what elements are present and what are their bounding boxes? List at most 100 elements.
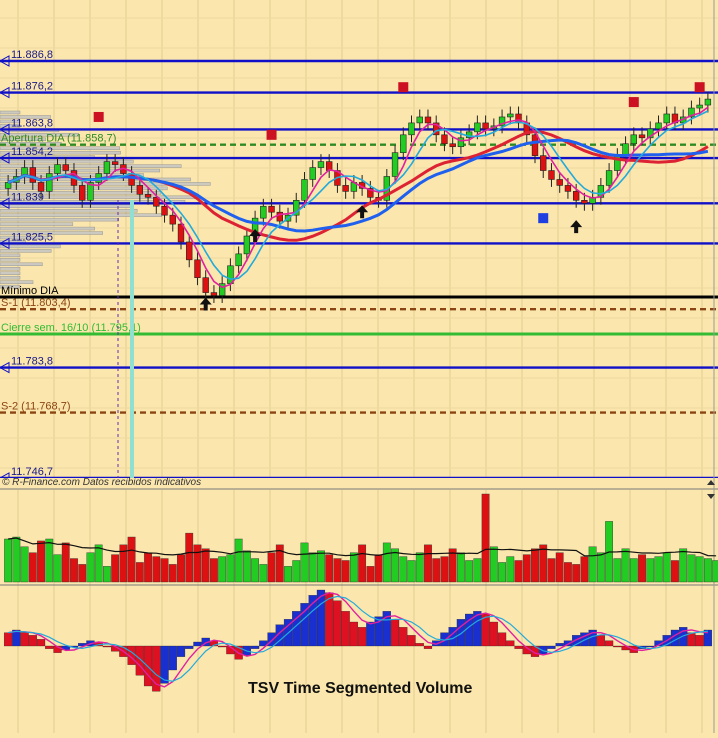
candle-body — [62, 164, 69, 171]
red-square-marker — [628, 97, 639, 108]
volume-bar — [127, 536, 136, 583]
volume-profile-bar — [0, 253, 21, 258]
tsv-bar — [407, 635, 416, 647]
candle-body — [416, 116, 423, 124]
candle-body — [622, 143, 629, 156]
volume-bar — [498, 562, 506, 583]
candle-body — [235, 253, 242, 267]
volume-profile-bar — [0, 275, 21, 280]
candle-body — [540, 155, 547, 171]
volume-bar — [210, 558, 218, 583]
candle-body — [482, 122, 489, 130]
volume-bar — [168, 564, 177, 583]
candle-body — [194, 259, 201, 278]
tsv-bar — [390, 619, 400, 647]
volume-bar — [629, 558, 638, 583]
volume-bar — [333, 558, 342, 583]
volume-bar — [292, 560, 301, 583]
up-arrow-icon — [570, 220, 583, 234]
candle-body — [54, 164, 61, 174]
volume-bar — [432, 558, 441, 583]
volume-bar — [382, 542, 391, 583]
volume-bar — [45, 538, 54, 583]
volume-bar — [12, 536, 21, 583]
volume-bar — [646, 558, 655, 583]
candle-body — [441, 134, 448, 145]
tsv-bar — [358, 627, 367, 647]
tsv-bar — [341, 611, 350, 647]
volume-bar — [654, 556, 663, 583]
volume-profile-bar — [0, 226, 95, 231]
candle-body — [449, 143, 456, 148]
price-level-label: 11.876,2 — [11, 81, 53, 93]
volume-bar — [407, 560, 416, 583]
trading-chart: 11.886,8 11.876,2 11.863,8 Apertura DIA (11… — [0, 0, 718, 733]
volume-bar — [415, 552, 424, 583]
volume-profile-bar — [0, 204, 132, 208]
volume-bar — [28, 552, 37, 583]
volume-bar — [465, 560, 474, 583]
volume-bar — [514, 560, 523, 583]
volume-bar — [662, 552, 671, 583]
tsv-bar — [456, 619, 466, 647]
candle-body — [177, 223, 185, 243]
volume-profile-bar — [0, 208, 138, 213]
price-level-label: 11.783,8 — [11, 356, 53, 368]
price-level-label: Apertura DIA (11.858,7) — [1, 133, 116, 145]
candle-body — [268, 205, 275, 213]
tsv-bar — [20, 632, 29, 647]
volume-bar — [572, 564, 581, 583]
tsv-bar — [193, 641, 202, 647]
volume-bar — [506, 556, 515, 583]
candle-body — [103, 161, 111, 174]
volume-profile-bar — [0, 217, 120, 222]
tsv-bar — [333, 600, 342, 647]
candle-body — [79, 185, 86, 201]
price-level-label: Cierre sem. 16/10 (11.795,1) — [1, 322, 141, 334]
volume-bar — [399, 556, 408, 583]
candle-body — [548, 170, 555, 180]
tsv-bar — [423, 645, 433, 649]
volume-profile-bar — [0, 164, 182, 168]
volume-bar — [440, 556, 449, 583]
volume-profile-bar — [0, 271, 21, 275]
tsv-label: TSV Time Segmented Volume — [248, 680, 472, 697]
candle-body — [663, 113, 670, 124]
candle-body — [556, 179, 563, 186]
volume-bar — [242, 550, 251, 583]
candle-body — [144, 194, 152, 198]
tsv-bar — [415, 643, 424, 647]
volume-bar — [267, 552, 276, 583]
volume-bar — [78, 564, 87, 583]
volume-bar — [259, 564, 268, 583]
candle-body — [507, 113, 514, 118]
candle-body — [161, 205, 168, 216]
tsv-bar — [695, 635, 704, 647]
tsv-bar — [45, 645, 54, 649]
candle-body — [391, 152, 399, 177]
volume-profile-bar — [0, 258, 21, 262]
tsv-bar — [4, 632, 13, 647]
volume-bar — [325, 554, 334, 583]
blue-square-marker — [538, 213, 549, 224]
volume-bar — [481, 493, 490, 583]
tsv-bar — [349, 621, 358, 647]
candle-body — [605, 170, 613, 186]
price-level-label: 11.825,5 — [11, 231, 53, 243]
candle-body — [29, 167, 36, 183]
volume-bar — [531, 548, 539, 583]
tsv-bar — [555, 643, 564, 647]
price-level-label: 11.886,8 — [11, 49, 53, 61]
volume-bar — [103, 566, 111, 583]
candle-body — [301, 179, 308, 201]
volume-bar — [317, 550, 325, 583]
volume-bar — [135, 562, 144, 583]
tsv-bar — [366, 621, 375, 647]
candle-body — [169, 214, 176, 225]
volume-profile-bar — [0, 213, 162, 217]
volume-bar — [37, 540, 45, 583]
volume-bar — [489, 546, 498, 583]
volume-bar — [152, 556, 161, 583]
volume-bar — [564, 562, 572, 583]
volume-bar — [424, 544, 432, 583]
